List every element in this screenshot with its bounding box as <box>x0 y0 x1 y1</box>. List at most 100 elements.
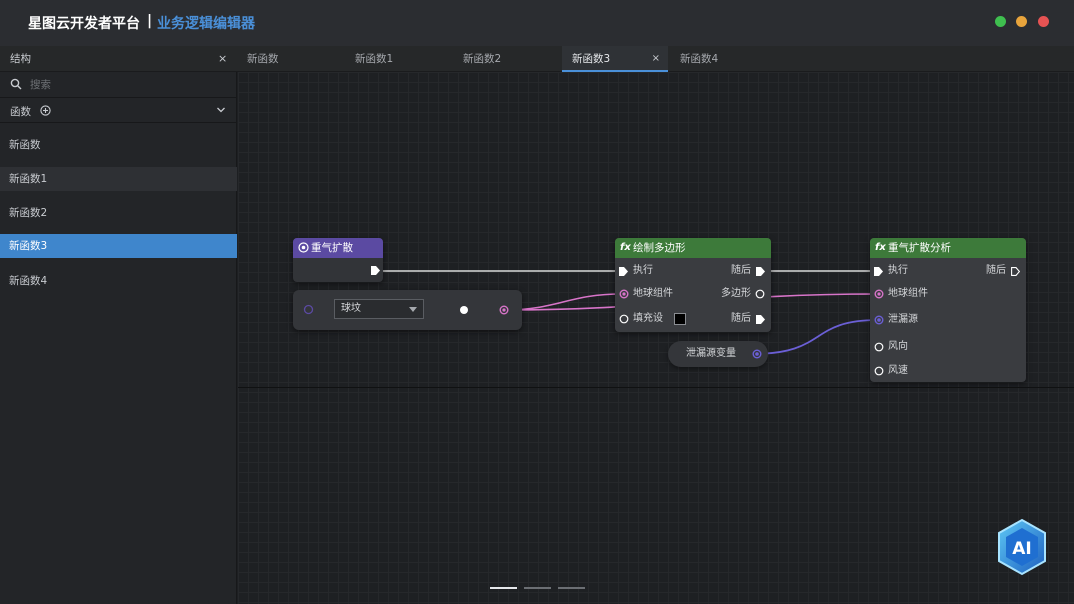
polygon-out-pin[interactable] <box>755 289 765 299</box>
chevron-down-icon <box>409 307 417 312</box>
leak-source-in-pin[interactable] <box>874 315 884 325</box>
sidebar-item-label: 新函数3 <box>9 240 48 252</box>
then-out-label: 随后 <box>731 313 751 324</box>
variable-label: 泄漏源变量 <box>686 348 736 359</box>
dispersion-analysis-node[interactable]: fx 重气扩散分析 执行 随后 地球组件 泄漏源 风向 风速 <box>870 238 1026 382</box>
draw-polygon-ball-row: 地球组件 多边形 <box>619 285 769 303</box>
ball-component-label: 地球组件 <box>633 288 673 299</box>
variable-out-pin[interactable] <box>752 349 762 359</box>
add-function-icon[interactable] <box>40 105 51 116</box>
analysis-wind-speed-row: 风速 <box>874 362 1024 380</box>
minimize-button[interactable] <box>995 16 1006 27</box>
tab-new-function[interactable]: 新函数 <box>237 46 345 72</box>
dispersion-analysis-header: fx 重气扩散分析 <box>870 238 1026 258</box>
page-indicator-active[interactable] <box>490 587 517 589</box>
event-icon <box>298 242 309 253</box>
exec-in-label: 执行 <box>888 265 908 276</box>
function-icon: fx <box>620 242 631 253</box>
chevron-down-icon[interactable] <box>216 106 226 114</box>
app-title: 星图云开发者平台 <box>28 16 140 32</box>
event-node-title: 重气扩散 <box>311 242 353 254</box>
sidebar-item-new-function-4[interactable]: 新函数4 <box>0 269 237 293</box>
fill-color-swatch[interactable] <box>674 313 686 325</box>
event-exec-out-pin[interactable] <box>371 266 380 275</box>
page-indicator[interactable] <box>524 587 551 589</box>
analysis-exec-row: 执行 随后 <box>874 262 1024 280</box>
wind-direction-label: 风向 <box>888 341 908 352</box>
exec-out-pin[interactable] <box>756 267 765 276</box>
parameter-out-pin[interactable] <box>499 305 509 315</box>
ball-component-in-pin[interactable] <box>874 289 884 299</box>
tab-new-function-4[interactable]: 新函数4 <box>670 46 778 72</box>
draw-polygon-node[interactable]: fx 绘制多边形 执行 随后 地球组件 多边形 填充设 随后 <box>615 238 771 332</box>
exec-out-label: 随后 <box>986 265 1006 276</box>
analysis-ball-row: 地球组件 <box>874 285 1024 303</box>
fill-setting-in-pin[interactable] <box>619 314 629 324</box>
structure-panel-title: 结构 <box>10 53 31 65</box>
functions-section-label: 函数 <box>10 106 31 118</box>
tab-new-function-1[interactable]: 新函数1 <box>345 46 453 72</box>
exec-in-label: 执行 <box>633 265 653 276</box>
event-node[interactable]: 重气扩散 <box>293 238 383 282</box>
tab-close-icon[interactable]: × <box>652 46 660 72</box>
ball-component-label: 地球组件 <box>888 288 928 299</box>
tab-label: 新函数2 <box>463 53 502 65</box>
tab-bar: 结构 × 新函数 新函数1 新函数2 新函数3 × 新函数4 <box>0 46 1074 72</box>
parameter-value-pin[interactable] <box>459 305 469 315</box>
event-node-header: 重气扩散 <box>293 238 383 258</box>
search-icon <box>10 78 22 90</box>
section-title: 业务逻辑编辑器 <box>157 16 255 32</box>
functions-section-header[interactable]: 函数 <box>0 99 237 123</box>
search-input[interactable] <box>30 76 220 94</box>
close-window-button[interactable] <box>1038 16 1049 27</box>
parameter-node[interactable]: 球坟 <box>293 290 522 330</box>
ai-assistant-button[interactable]: AI <box>996 518 1048 576</box>
sidebar-item-new-function[interactable]: 新函数 <box>0 133 237 157</box>
draw-polygon-title: 绘制多边形 <box>633 242 686 254</box>
then-out-pin[interactable] <box>756 315 765 324</box>
ai-badge-text: AI <box>1012 539 1031 559</box>
exec-in-pin[interactable] <box>619 267 628 276</box>
sidebar-item-new-function-2[interactable]: 新函数2 <box>0 201 237 225</box>
analysis-leak-row: 泄漏源 <box>874 311 1024 329</box>
draw-polygon-fill-row: 填充设 随后 <box>619 310 769 328</box>
canvas-axis-line <box>238 387 1074 388</box>
blueprint-canvas[interactable]: 重气扩散 球坟 fx 绘制多边形 执行 随后 地球组件 多边形 填充设 随后 f… <box>238 72 1074 604</box>
sidebar-item-label: 新函数2 <box>9 207 48 219</box>
fill-setting-label: 填充设 <box>633 313 663 324</box>
tab-new-function-3[interactable]: 新函数3 × <box>562 46 668 72</box>
sidebar-item-label: 新函数4 <box>9 275 48 287</box>
title-bar: 星图云开发者平台 | 业务逻辑编辑器 <box>0 0 1074 46</box>
dispersion-analysis-title: 重气扩散分析 <box>888 242 951 254</box>
sidebar-item-label: 新函数 <box>9 139 41 151</box>
page-indicator[interactable] <box>558 587 585 589</box>
parameter-in-pin[interactable] <box>303 304 314 315</box>
dropdown-value: 球坟 <box>341 303 361 314</box>
tab-label: 新函数3 <box>572 53 611 65</box>
title-separator: | <box>147 13 153 29</box>
tab-label: 新函数1 <box>355 53 394 65</box>
sidebar-item-new-function-3[interactable]: 新函数3 <box>0 234 237 258</box>
ball-type-dropdown[interactable]: 球坟 <box>334 299 424 319</box>
wind-direction-in-pin[interactable] <box>874 342 884 352</box>
exec-in-pin[interactable] <box>874 267 883 276</box>
polygon-out-label: 多边形 <box>721 288 751 299</box>
structure-panel-close-icon[interactable]: × <box>218 46 227 72</box>
wind-speed-in-pin[interactable] <box>874 366 884 376</box>
draw-polygon-header: fx 绘制多边形 <box>615 238 771 258</box>
tab-label: 新函数4 <box>680 53 719 65</box>
ball-component-in-pin[interactable] <box>619 289 629 299</box>
leak-source-variable-node[interactable]: 泄漏源变量 <box>668 341 768 367</box>
wind-speed-label: 风速 <box>888 365 908 376</box>
analysis-wind-direction-row: 风向 <box>874 338 1024 356</box>
search-bar <box>0 72 237 98</box>
draw-polygon-exec-row: 执行 随后 <box>619 262 769 280</box>
exec-out-pin[interactable] <box>1011 267 1020 276</box>
sidebar-item-new-function-1[interactable]: 新函数1 <box>0 167 237 191</box>
leak-source-label: 泄漏源 <box>888 314 918 325</box>
tab-label: 新函数 <box>247 53 279 65</box>
maximize-button[interactable] <box>1016 16 1027 27</box>
exec-out-label: 随后 <box>731 265 751 276</box>
tab-new-function-2[interactable]: 新函数2 <box>453 46 561 72</box>
sidebar-item-label: 新函数1 <box>9 173 48 185</box>
